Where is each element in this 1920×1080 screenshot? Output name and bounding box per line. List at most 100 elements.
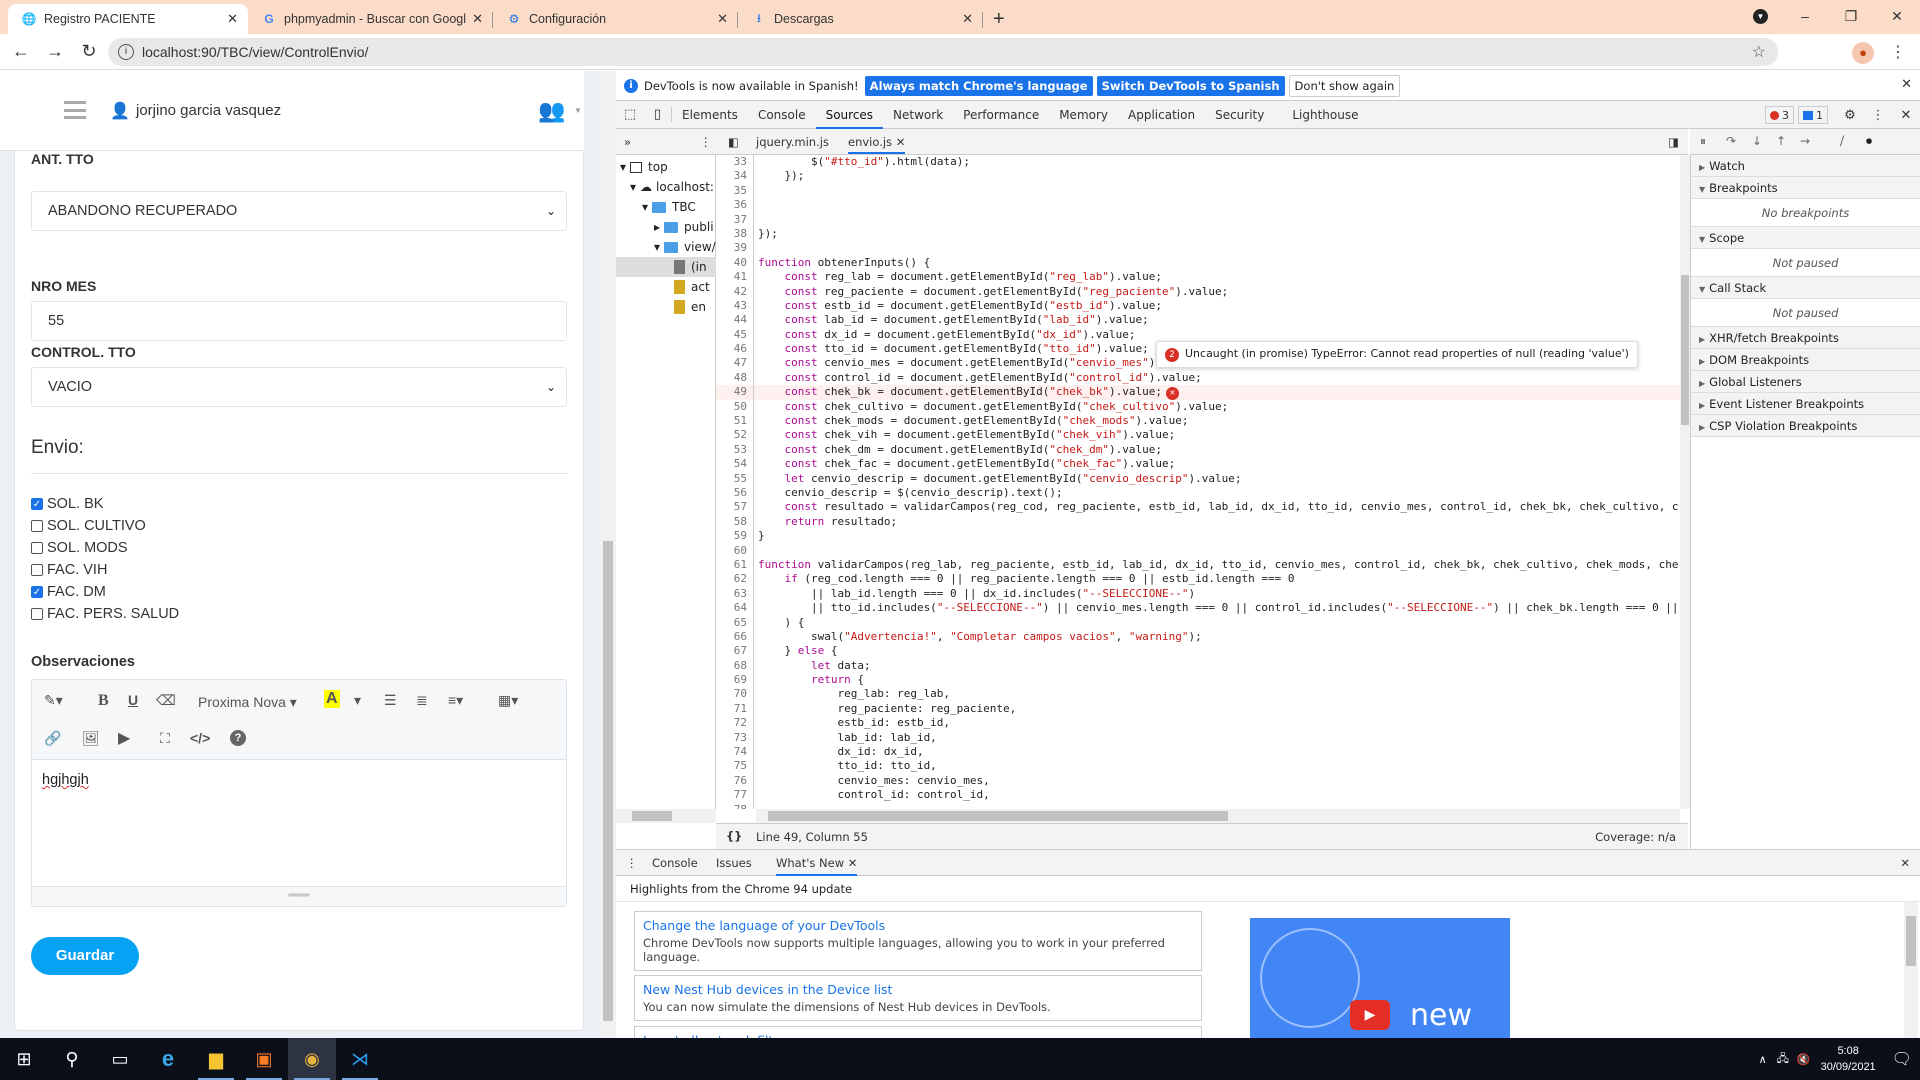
line-number[interactable]: 40 (716, 255, 754, 271)
drawer-tab-whats-new[interactable]: What's New ✕ (776, 856, 858, 876)
address-bar[interactable]: i localhost:90/TBC/view/ControlEnvio/ ☆ (108, 38, 1778, 66)
ordered-list-icon[interactable]: ≣ (416, 692, 428, 709)
fullscreen-icon[interactable]: ⛶ (160, 730, 170, 747)
pause-icon[interactable]: ⏸ (1700, 134, 1706, 149)
whats-new-card[interactable]: New Nest Hub devices in the Device list … (634, 975, 1202, 1021)
code-line[interactable]: 65 ) { (716, 615, 1680, 630)
line-number[interactable]: 45 (716, 327, 754, 343)
code-line[interactable]: 66 swal("Advertencia!", "Completar campo… (716, 629, 1680, 645)
tab-performance[interactable]: Performance (953, 101, 1049, 129)
drawer-tab-console[interactable]: Console (652, 856, 698, 870)
checkbox-fac-dm[interactable]: ✓ FAC. DM (31, 584, 106, 600)
line-number[interactable]: 52 (716, 428, 754, 443)
eraser-icon[interactable]: ⌫ (156, 692, 176, 709)
scrollbar-thumb[interactable] (603, 541, 613, 1021)
checkbox-fac-vih[interactable]: FAC. VIH (31, 562, 107, 578)
checkbox-checked-icon[interactable]: ✓ (31, 498, 43, 510)
line-number[interactable]: 35 (716, 183, 754, 199)
error-count-badge[interactable]: 3 (1765, 106, 1794, 124)
line-number[interactable]: 44 (716, 313, 754, 328)
close-window-button[interactable]: ✕ (1874, 8, 1920, 25)
code-line-error[interactable]: 49 const chek_bk = document.getElementBy… (716, 385, 1680, 401)
link-icon[interactable]: 🔗 (44, 730, 61, 747)
pause-on-exceptions-icon[interactable]: ⏺ (1866, 134, 1872, 149)
close-tab-icon[interactable]: ✕ (717, 11, 728, 27)
drawer-menu-icon[interactable]: ⋮ (626, 856, 638, 870)
notifications-icon[interactable]: 🗨 (1892, 1049, 1912, 1069)
user-avatar[interactable]: 👥 (538, 98, 565, 124)
browser-tab-configuracion[interactable]: ⚙ Configuración ✕ (493, 4, 738, 34)
close-tab-icon[interactable]: ✕ (472, 11, 483, 27)
line-number[interactable]: 57 (716, 500, 754, 515)
align-icon[interactable]: ≡▾ (448, 692, 463, 709)
deactivate-breakpoints-icon[interactable]: ⧸ (1840, 134, 1844, 149)
scrollbar-thumb[interactable] (1906, 916, 1916, 966)
editor-content[interactable]: hgjhgjh (32, 760, 566, 886)
forward-button[interactable]: → (42, 41, 68, 62)
close-tab-icon[interactable]: ✕ (227, 11, 238, 27)
page-scrollbar[interactable] (600, 71, 616, 1038)
minimize-button[interactable]: – (1782, 8, 1828, 24)
step-out-icon[interactable]: ↑ (1776, 134, 1786, 148)
line-number[interactable]: 67 (716, 644, 754, 659)
search-icon[interactable]: ⚲ (48, 1038, 96, 1080)
code-line[interactable]: 69 return { (716, 673, 1680, 688)
tab-search-icon[interactable]: ▼ (1753, 9, 1768, 24)
code-line[interactable]: 58 return resultado; (716, 514, 1680, 530)
tab-lighthouse[interactable]: Lighthouse (1282, 101, 1368, 129)
network-icon[interactable]: 🖧 (1777, 1050, 1789, 1069)
dont-show-again-button[interactable]: Don't show again (1288, 74, 1401, 97)
code-line[interactable]: 62 if (reg_cod.length === 0 || reg_pacie… (716, 572, 1680, 587)
line-number[interactable]: 54 (716, 457, 754, 472)
code-line[interactable]: 34 }); (716, 169, 1680, 184)
message-count-badge[interactable]: 1 (1798, 106, 1828, 124)
code-line[interactable]: 56 cenvio_descrip = $(cenvio_descrip).te… (716, 485, 1680, 501)
section-global-listeners[interactable]: ▶ Global Listeners (1691, 371, 1920, 393)
line-number[interactable]: 64 (716, 601, 754, 616)
code-line[interactable]: 64 || tto_id.includes("--SELECCIONE--") … (716, 601, 1680, 616)
pretty-print-icon[interactable]: {} (726, 829, 742, 843)
code-view-icon[interactable]: </> (190, 730, 210, 746)
section-breakpoints[interactable]: ▼ Breakpoints (1691, 177, 1920, 199)
line-number[interactable]: 48 (716, 370, 754, 386)
code-line[interactable]: 76 cenvio_mes: cenvio_mes, (716, 773, 1680, 789)
section-scope[interactable]: ▼ Scope (1691, 227, 1920, 249)
checkbox-sol-bk[interactable]: ✓ SOL. BK (31, 496, 103, 512)
vscode-icon[interactable]: ⋊ (336, 1038, 384, 1080)
line-number[interactable]: 70 (716, 687, 754, 702)
line-number[interactable]: 75 (716, 759, 754, 774)
section-dom-breakpoints[interactable]: ▶ DOM Breakpoints (1691, 349, 1920, 371)
code-line[interactable]: 70 reg_lab: reg_lab, (716, 687, 1680, 702)
code-line[interactable]: 61 function validarCampos(reg_lab, reg_pa… (716, 557, 1680, 573)
line-number[interactable]: 73 (716, 730, 754, 746)
line-number[interactable]: 74 (716, 745, 754, 760)
windows-start-icon[interactable]: ⊞ (0, 1038, 48, 1080)
browser-tab-phpmyadmin[interactable]: G phpmyadmin - Buscar con Googl ✕ (248, 4, 493, 34)
error-marker-icon[interactable]: ✕ (1166, 387, 1180, 401)
code-line[interactable]: 55 let cenvio_descrip = document.getElem… (716, 471, 1680, 486)
browser-tab-registro[interactable]: 🌐 Registro PACIENTE ✕ (8, 4, 248, 34)
line-number[interactable]: 53 (716, 442, 754, 458)
underline-icon[interactable]: U (128, 692, 138, 708)
toggle-debugger-icon[interactable]: ◨ (1668, 135, 1679, 149)
line-number[interactable]: 71 (716, 701, 754, 717)
whats-new-card[interactable]: Change the language of your DevTools Chr… (634, 911, 1202, 971)
table-icon[interactable]: ▦▾ (498, 692, 518, 709)
code-line[interactable]: 41 const reg_lab = document.getElementBy… (716, 270, 1680, 285)
caret-down-icon[interactable]: ▼ (574, 106, 582, 115)
code-line[interactable]: 33 $("#tto_id").html(data); (716, 155, 1680, 170)
close-file-tab-icon[interactable]: ✕ (896, 135, 906, 149)
scrollbar-thumb[interactable] (632, 811, 672, 821)
scrollbar-thumb[interactable] (768, 811, 1228, 821)
step-into-icon[interactable]: ↓ (1752, 134, 1762, 148)
line-number[interactable]: 58 (716, 514, 754, 530)
back-button[interactable]: ← (8, 41, 34, 62)
code-line[interactable]: 39 (716, 241, 1680, 256)
section-csp-violation-breakpoints[interactable]: ▶ CSP Violation Breakpoints (1691, 415, 1920, 437)
navigator-horizontal-scrollbar[interactable] (616, 809, 716, 823)
reload-button[interactable]: ↻ (76, 41, 102, 62)
line-number[interactable]: 46 (716, 342, 754, 357)
line-number[interactable]: 72 (716, 716, 754, 731)
tree-item-act[interactable]: act (674, 277, 710, 297)
checkbox-sol-mods[interactable]: SOL. MODS (31, 540, 128, 556)
